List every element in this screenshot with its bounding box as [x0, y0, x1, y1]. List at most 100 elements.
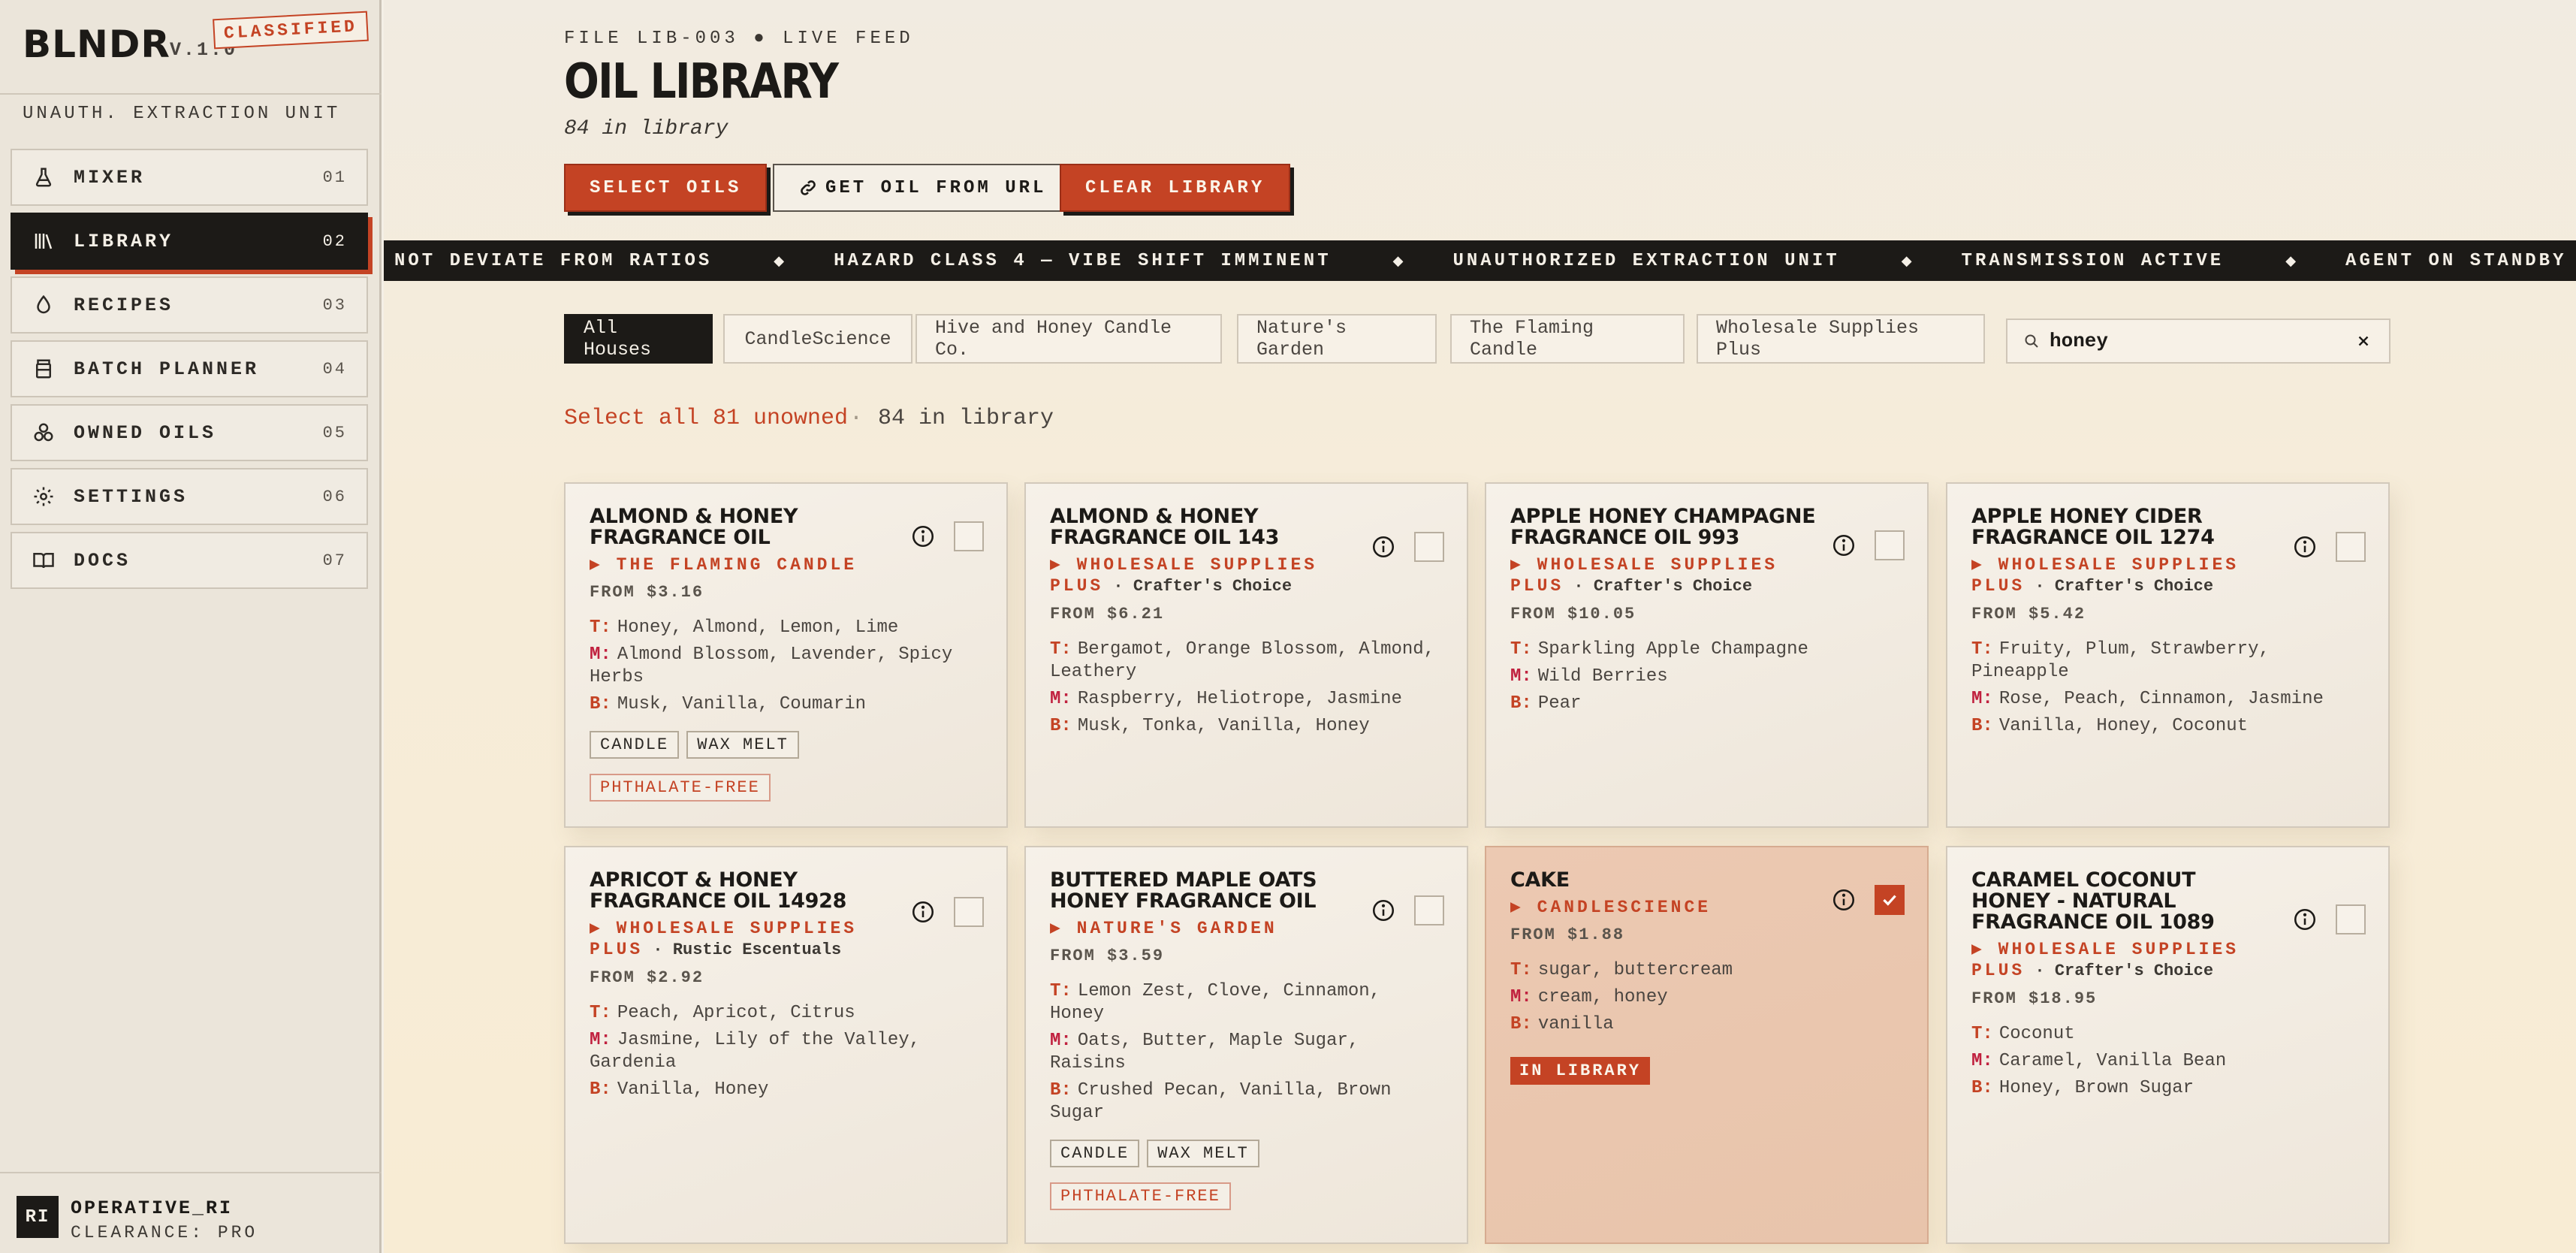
- diamond-icon: ◆: [1392, 252, 1404, 268]
- select-checkbox[interactable]: [1414, 895, 1444, 925]
- sidebar-item-library[interactable]: LIBRARY 02: [11, 213, 368, 270]
- tag: CANDLE: [590, 731, 680, 759]
- oil-house[interactable]: ▶ THE FLAMING CANDLE: [590, 554, 890, 575]
- sidebar-item-settings[interactable]: SETTINGS 06: [11, 468, 368, 525]
- filter-tab-candlescience[interactable]: CandleScience: [723, 314, 912, 364]
- info-icon[interactable]: [2292, 907, 2318, 932]
- note-value: Honey, Almond, Lemon, Lime: [617, 617, 899, 638]
- house-name: ▶ CANDLESCIENCE: [1510, 898, 1712, 917]
- note-key: M:: [1510, 666, 1532, 687]
- house-sub: · Rustic Escentuals: [643, 941, 842, 959]
- house-sub: · Crafter's Choice: [1103, 577, 1293, 596]
- clear-library-button[interactable]: CLEAR LIBRARY: [1060, 164, 1291, 212]
- note-key: T:: [1510, 639, 1532, 660]
- note-value: Vanilla, Honey, Coconut: [1998, 716, 2249, 736]
- check-icon: [1883, 895, 1896, 906]
- oil-house[interactable]: ▶ WHOLESALE SUPPLIES PLUS · Crafter's Ch…: [1971, 939, 2272, 982]
- sidebar-item-num: 07: [322, 551, 347, 570]
- close-icon[interactable]: [2348, 326, 2378, 356]
- filter-tab-wholesale-supplies-plus[interactable]: Wholesale Supplies Plus: [1697, 314, 1985, 364]
- oil-card[interactable]: APPLE HONEY CIDER FRAGRANCE OIL 1274 ▶ W…: [1946, 482, 2390, 828]
- middle-notes: M: Caramel, Vanilla Bean: [1971, 1050, 2362, 1073]
- info-icon[interactable]: [910, 899, 936, 925]
- oil-house[interactable]: ▶ NATURE'S GARDEN: [1050, 918, 1350, 939]
- house-name: ▶ THE FLAMING CANDLE: [590, 555, 858, 575]
- info-icon[interactable]: [1371, 898, 1396, 923]
- sidebar-item-docs[interactable]: DOCS 07: [11, 532, 368, 589]
- filter-tab-the-flaming-candle[interactable]: The Flaming Candle: [1450, 314, 1685, 364]
- get-oil-from-url-button[interactable]: GET OIL FROM URL: [773, 164, 1072, 212]
- sidebar-item-owned-oils[interactable]: OWNED OILS 05: [11, 404, 368, 461]
- search-field[interactable]: [2006, 319, 2390, 364]
- base-notes: B: Pear: [1510, 693, 1901, 715]
- library-status: IN LIBRARY: [1510, 1040, 1901, 1085]
- select-oils-button[interactable]: SELECT OILS: [564, 164, 768, 212]
- note-key: M:: [1050, 689, 1072, 709]
- oil-house[interactable]: ▶ WHOLESALE SUPPLIES PLUS · Rustic Escen…: [590, 918, 890, 961]
- scent-notes: T: sugar, buttercream M: cream, honey B: va…: [1510, 959, 1901, 1036]
- info-icon[interactable]: [1831, 533, 1857, 558]
- note-value: Pear: [1537, 693, 1582, 714]
- oil-house[interactable]: ▶ WHOLESALE SUPPLIES PLUS · Crafter's Ch…: [1050, 554, 1350, 597]
- unit-label: UNAUTH. EXTRACTION UNIT: [23, 104, 341, 124]
- filter-tab-all-houses[interactable]: All Houses: [564, 314, 713, 364]
- filter-tab-natures-garden[interactable]: Nature's Garden: [1237, 314, 1437, 364]
- oil-house[interactable]: ▶ WHOLESALE SUPPLIES PLUS · Crafter's Ch…: [1510, 554, 1811, 597]
- info-icon[interactable]: [910, 524, 936, 549]
- sidebar-item-mixer[interactable]: MIXER 01: [11, 149, 368, 206]
- oil-card[interactable]: CAKE ▶ CANDLESCIENCE FROM $1.88 T: sugar,…: [1485, 846, 1929, 1244]
- scent-notes: T: Coconut M: Caramel, Vanilla Bean B: Hone…: [1971, 1023, 2362, 1100]
- filter-tab-hive-and-honey[interactable]: Hive and Honey Candle Co.: [915, 314, 1222, 364]
- oil-price: FROM $2.92: [590, 968, 704, 987]
- select-checkbox[interactable]: [1875, 885, 1905, 915]
- search-input[interactable]: [2050, 330, 2348, 352]
- oil-price: FROM $5.42: [1971, 605, 2086, 623]
- oil-price: FROM $3.16: [590, 583, 704, 602]
- card-header: CARAMEL COCONUT HONEY - NATURAL FRAGRANC…: [1971, 870, 2362, 1009]
- oil-card[interactable]: ALMOND & HONEY FRAGRANCE OIL ▶ THE FLAMI…: [564, 482, 1008, 828]
- ticker-bar: NOT DEVIATE FROM RATIOS ◆ HAZARD CLASS 4…: [384, 240, 2576, 281]
- oil-card[interactable]: ALMOND & HONEY FRAGRANCE OIL 143 ▶ WHOLE…: [1024, 482, 1468, 828]
- oil-card[interactable]: APPLE HONEY CHAMPAGNE FRAGRANCE OIL 993 …: [1485, 482, 1929, 828]
- info-icon[interactable]: [1371, 534, 1396, 560]
- select-checkbox[interactable]: [954, 521, 984, 551]
- cluster-icon: [29, 418, 59, 448]
- note-key: B:: [590, 694, 611, 714]
- oil-house[interactable]: ▶ CANDLESCIENCE: [1510, 897, 1811, 918]
- oil-card[interactable]: APRICOT & HONEY FRAGRANCE OIL 14928 ▶ WH…: [564, 846, 1008, 1244]
- select-checkbox[interactable]: [1875, 530, 1905, 560]
- oil-title: ALMOND & HONEY FRAGRANCE OIL 143: [1050, 505, 1280, 549]
- note-value: Oats, Butter, Maple Sugar, Raisins: [1050, 1031, 1359, 1073]
- oil-card[interactable]: CARAMEL COCONUT HONEY - NATURAL FRAGRANC…: [1946, 846, 2390, 1244]
- info-icon[interactable]: [2292, 534, 2318, 560]
- note-value: Coconut: [1998, 1024, 2075, 1044]
- oil-house[interactable]: ▶ WHOLESALE SUPPLIES PLUS · Crafter's Ch…: [1971, 554, 2272, 597]
- note-value: cream, honey: [1537, 987, 1668, 1007]
- house-name: ▶ NATURE'S GARDEN: [1050, 919, 1277, 938]
- select-checkbox[interactable]: [954, 897, 984, 927]
- info-icon[interactable]: [1831, 887, 1857, 913]
- book-icon: [29, 545, 59, 575]
- scent-notes: T: Lemon Zest, Clove, Cinnamon, Honey M: O…: [1050, 980, 1440, 1125]
- select-all-unowned-link[interactable]: Select all 81 unowned: [564, 406, 848, 431]
- library-count-secondary: 84 in library: [878, 406, 1054, 431]
- page-title: OIL LIBRARY: [564, 54, 839, 110]
- note-value: Fruity, Plum, Strawberry, Pineapple: [1971, 639, 2270, 682]
- top-notes: T: Honey, Almond, Lemon, Lime: [590, 617, 980, 639]
- ticker-item: TRANSMISSION ACTIVE: [1961, 250, 2225, 271]
- oil-card[interactable]: BUTTERED MAPLE OATS HONEY FRAGRANCE OIL …: [1024, 846, 1468, 1244]
- tag: CANDLE: [1050, 1140, 1140, 1167]
- top-notes: T: Peach, Apricot, Citrus: [590, 1002, 980, 1025]
- card-header: APPLE HONEY CIDER FRAGRANCE OIL 1274 ▶ W…: [1971, 506, 2362, 624]
- ticker-item: UNAUTHORIZED EXTRACTION UNIT: [1452, 250, 1840, 271]
- user-block[interactable]: RI OPERATIVE_RI CLEARANCE: PRO: [0, 1172, 382, 1253]
- select-checkbox[interactable]: [1414, 532, 1444, 562]
- sidebar-item-recipes[interactable]: RECIPES 03: [11, 276, 368, 334]
- middle-notes: M: cream, honey: [1510, 986, 1901, 1009]
- library-count: 84 in library: [564, 117, 728, 140]
- brand-logo[interactable]: BLNDR: [23, 23, 170, 66]
- select-checkbox[interactable]: [2336, 904, 2366, 934]
- sidebar-item-batch-planner[interactable]: BATCH PLANNER 04: [11, 340, 368, 397]
- note-value: vanilla: [1537, 1014, 1614, 1034]
- select-checkbox[interactable]: [2336, 532, 2366, 562]
